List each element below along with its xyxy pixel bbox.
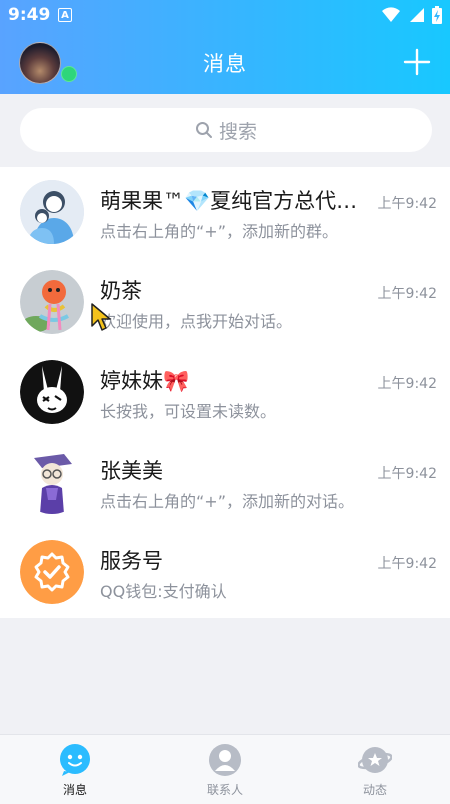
notification-a-icon: A bbox=[58, 8, 72, 22]
conversation-name: 奶茶 bbox=[100, 279, 142, 303]
conversation-row[interactable]: 服务号 QQ钱包:支付确认 上午9:42 bbox=[0, 527, 450, 617]
rabbit-avatar bbox=[20, 360, 84, 424]
cartoon-avatar bbox=[20, 450, 84, 514]
service-badge-icon bbox=[20, 540, 84, 604]
add-plus-button[interactable] bbox=[403, 48, 431, 76]
conversation-row[interactable]: 婷妹妹🎀 长按我，可设置未读数。 上午9:42 bbox=[0, 347, 450, 437]
conversation-name: 服务号 bbox=[100, 549, 163, 573]
conversation-list: 萌果果™💎夏纯官方总代创... 点击右上角的“+”，添加新的群。 上午9:42 … bbox=[0, 167, 450, 618]
status-icons bbox=[382, 5, 442, 25]
page-title: 消息 bbox=[203, 52, 247, 76]
conversation-time: 上午9:42 bbox=[377, 286, 437, 302]
conversation-row[interactable]: 奶茶 欢迎使用，点我开始对话。 上午9:42 bbox=[0, 257, 450, 347]
signal-icon bbox=[410, 8, 424, 22]
bottom-tab-bar: 消息 联系人 动态 bbox=[0, 734, 450, 804]
tab-label: 动态 bbox=[362, 783, 387, 797]
conversation-name: 婷妹妹🎀 bbox=[100, 369, 190, 393]
tab-label: 联系人 bbox=[206, 783, 243, 797]
conversation-time: 上午9:42 bbox=[377, 466, 437, 482]
tab-moments[interactable]: 动态 bbox=[315, 735, 435, 804]
search-placeholder: 搜索 bbox=[218, 120, 257, 143]
conversation-preview: 点击右上角的“+”，添加新的对话。 bbox=[100, 492, 354, 511]
group-avatar-icon bbox=[20, 180, 84, 244]
tab-contacts[interactable]: 联系人 bbox=[165, 735, 285, 804]
status-time: 9:49 bbox=[8, 5, 51, 25]
conversation-row[interactable]: 萌果果™💎夏纯官方总代创... 点击右上角的“+”，添加新的群。 上午9:42 bbox=[0, 167, 450, 257]
chat-bubble-icon bbox=[60, 744, 90, 776]
conversation-name: 萌果果™💎夏纯官方总代创... bbox=[100, 189, 372, 213]
conversation-time: 上午9:42 bbox=[377, 376, 437, 392]
tab-label: 消息 bbox=[62, 783, 87, 797]
planet-icon bbox=[358, 747, 392, 773]
search-icon bbox=[195, 122, 212, 138]
conversation-preview: 欢迎使用，点我开始对话。 bbox=[100, 312, 293, 331]
conversation-row[interactable]: 张美美 点击右上角的“+”，添加新的对话。 上午9:42 bbox=[0, 437, 450, 527]
search-area: 搜索 bbox=[0, 94, 450, 167]
pointer-cursor-icon bbox=[91, 303, 111, 331]
wifi-icon bbox=[382, 7, 400, 23]
search-bar[interactable]: 搜索 bbox=[20, 108, 432, 152]
conversation-preview: 点击右上角的“+”，添加新的群。 bbox=[100, 222, 338, 241]
battery-charging-icon bbox=[432, 6, 442, 24]
conversation-name: 张美美 bbox=[100, 459, 163, 483]
conversation-preview: 长按我，可设置未读数。 bbox=[100, 402, 277, 421]
contact-icon bbox=[209, 744, 241, 776]
conversation-time: 上午9:42 bbox=[377, 196, 437, 212]
conversation-time: 上午9:42 bbox=[377, 556, 437, 572]
conversation-preview: QQ钱包:支付确认 bbox=[100, 582, 227, 601]
status-bar: 9:49 A bbox=[0, 0, 450, 32]
tab-messages[interactable]: 消息 bbox=[15, 735, 135, 804]
top-bar: 9:49 A 消息 bbox=[0, 0, 450, 94]
toy-avatar bbox=[20, 270, 84, 334]
